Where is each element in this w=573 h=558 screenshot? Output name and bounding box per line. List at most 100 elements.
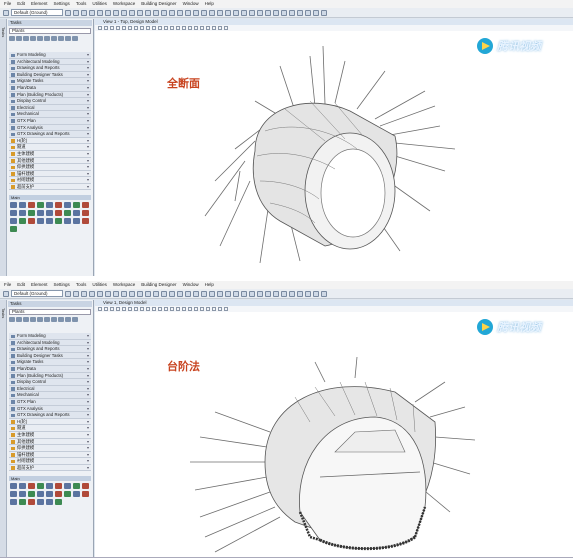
level-icon[interactable] [3,9,9,16]
print-icon[interactable] [313,290,319,297]
view-window[interactable]: View 1, Design Model 台阶法 腾讯视频 [95,300,573,557]
measure-icon[interactable] [185,9,191,16]
tool-icon[interactable] [23,317,29,322]
task-item[interactable]: 衬砌建模 [9,177,91,184]
task-item[interactable]: Form Modeling [9,52,91,59]
reference-icon[interactable] [297,9,303,16]
scale-icon[interactable] [161,9,167,16]
text-icon[interactable] [273,290,279,297]
tool-icon[interactable] [16,317,22,322]
task-item[interactable]: 隧道 [9,144,91,151]
palette-tool-icon[interactable] [46,202,53,208]
palette-tool-icon[interactable] [64,483,71,489]
palette-tool-icon[interactable] [28,202,35,208]
menu-window[interactable]: Window [183,0,199,8]
tool-icon[interactable] [58,36,64,41]
task-item[interactable]: 隧道 [9,425,91,432]
palette-tool-icon[interactable] [10,483,17,489]
palette-tool-icon[interactable] [37,210,44,216]
view-tool-icon[interactable] [188,26,192,30]
view-tool-icon[interactable] [116,26,120,30]
palette-tool-icon[interactable] [64,218,71,224]
task-item[interactable]: Electrical [9,104,91,112]
view-tool-icon[interactable] [212,26,216,30]
menu-element[interactable]: Element [31,281,48,289]
view-tool-icon[interactable] [122,307,126,311]
measure-icon[interactable] [185,290,191,297]
task-item[interactable]: GTX Plan [9,117,91,125]
palette-tool-icon[interactable] [73,483,80,489]
view-tool-icon[interactable] [176,26,180,30]
view-tool-icon[interactable] [146,307,150,311]
transparency-icon[interactable] [89,9,95,16]
palette-tool-icon[interactable] [19,210,26,216]
task-item[interactable]: Architectural Modeling [9,339,91,347]
task-item[interactable]: 其他建模 [9,438,91,446]
select-icon[interactable] [121,9,127,16]
panel-search-input[interactable]: Plants [9,309,91,315]
menu-element[interactable]: Element [31,0,48,8]
color-icon[interactable] [65,290,71,297]
color-icon[interactable] [65,9,71,16]
material-icon[interactable] [225,290,231,297]
help-icon[interactable] [321,290,327,297]
palette-tool-icon[interactable] [73,210,80,216]
fence-icon[interactable] [129,9,135,16]
class-icon[interactable] [105,290,111,297]
camera-icon[interactable] [209,290,215,297]
task-item[interactable]: Mechanical [9,111,91,118]
task-item[interactable]: Drawings and Reports [9,346,91,353]
help-icon[interactable] [321,9,327,16]
view-tool-icon[interactable] [128,26,132,30]
dimension-icon[interactable] [265,9,271,16]
task-item[interactable]: H(轮) [9,418,91,426]
task-item[interactable]: 其他建模 [9,157,91,165]
task-item[interactable]: Plan (Building Products) [9,372,91,380]
annotate-icon[interactable] [257,9,263,16]
view-tool-icon[interactable] [188,307,192,311]
palette-tool-icon[interactable] [82,218,89,224]
view-tool-icon[interactable] [110,307,114,311]
view-tool-icon[interactable] [200,26,204,30]
view-tool-icon[interactable] [128,307,132,311]
render-icon[interactable] [193,290,199,297]
menu-building-designer[interactable]: Building Designer [141,281,176,289]
fill-icon[interactable] [113,9,119,16]
camera-icon[interactable] [209,9,215,16]
task-item[interactable]: 仰拱建模 [9,445,91,452]
view-tool-icon[interactable] [158,26,162,30]
palette-tool-icon[interactable] [46,483,53,489]
task-item[interactable]: 锚杆建模 [9,451,91,459]
pattern-icon[interactable] [289,9,295,16]
task-item[interactable]: 超前支护 [9,464,91,472]
palette-tool-icon[interactable] [19,499,26,505]
mesh-icon[interactable] [249,290,255,297]
palette-tool-icon[interactable] [28,218,35,224]
task-item[interactable]: 衬砌建模 [9,458,91,465]
menu-settings[interactable]: Settings [54,0,70,8]
view-tool-icon[interactable] [218,307,222,311]
priority-icon[interactable] [97,290,103,297]
solid-icon[interactable] [233,290,239,297]
tool-icon[interactable] [23,36,29,41]
view-tool-icon[interactable] [152,26,156,30]
task-item[interactable]: GTX Drawings and Reports [9,131,91,138]
task-item[interactable]: Display Control [9,379,91,386]
tool-icon[interactable] [9,36,15,41]
palette-tool-icon[interactable] [64,491,71,497]
palette-tool-icon[interactable] [73,218,80,224]
view-icon[interactable] [201,9,207,16]
palette-tool-icon[interactable] [28,483,35,489]
view-tool-icon[interactable] [122,26,126,30]
task-item[interactable]: 锚杆建模 [9,170,91,178]
light-icon[interactable] [217,9,223,16]
palette-tool-icon[interactable] [28,210,35,216]
menu-utilities[interactable]: Utilities [92,0,107,8]
palette-tool-icon[interactable] [82,210,89,216]
palette-tool-icon[interactable] [73,202,80,208]
task-item[interactable]: GTX Plan [9,398,91,406]
menu-file[interactable]: File [4,0,11,8]
move-icon[interactable] [137,290,143,297]
mesh-icon[interactable] [249,9,255,16]
level-icon[interactable] [3,290,9,297]
